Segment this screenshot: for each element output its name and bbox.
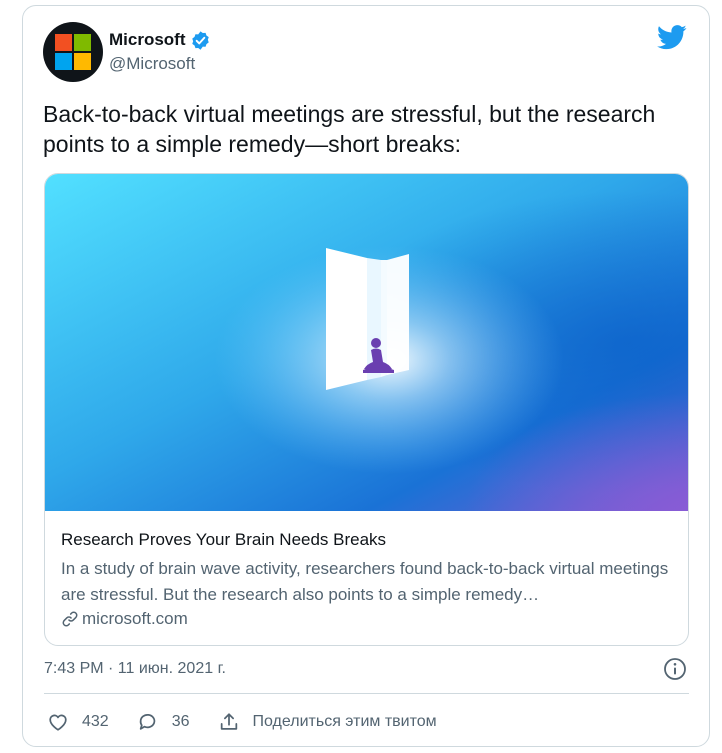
- link-icon: [62, 611, 78, 627]
- tweet-text: Back-to-back virtual meetings are stress…: [43, 101, 656, 157]
- avatar[interactable]: [43, 22, 103, 82]
- link-domain[interactable]: microsoft.com: [61, 609, 672, 629]
- tweet-card[interactable]: Microsoft @Microsoft Back-to-back virtua…: [22, 5, 710, 747]
- info-icon[interactable]: [663, 657, 687, 681]
- timestamp-row: 7:43 PM · 11 июн. 2021 г.: [44, 656, 687, 682]
- timestamp[interactable]: 7:43 PM · 11 июн. 2021 г.: [44, 660, 226, 678]
- user-handle[interactable]: @Microsoft: [109, 54, 211, 74]
- heart-icon: [49, 714, 67, 731]
- reply-button[interactable]: 36: [137, 711, 190, 733]
- like-button[interactable]: 432: [47, 711, 109, 733]
- divider: [44, 693, 689, 694]
- reply-count: 36: [171, 713, 190, 730]
- verified-badge-icon: [191, 30, 209, 50]
- action-bar: 432 36 Поделиться этим твитом: [47, 708, 465, 736]
- link-preview-card[interactable]: Research Proves Your Brain Needs Breaks …: [44, 173, 689, 646]
- share-label: Поделиться этим твитом: [252, 713, 437, 730]
- comment-icon: [139, 713, 155, 730]
- tweet-header: Microsoft @Microsoft: [43, 19, 689, 82]
- like-count: 432: [82, 713, 109, 730]
- link-domain-text: microsoft.com: [82, 609, 188, 628]
- link-title[interactable]: Research Proves Your Brain Needs Breaks: [61, 529, 672, 551]
- microsoft-logo-icon: [55, 34, 91, 70]
- link-description: In a study of brain wave activity, resea…: [61, 559, 669, 604]
- twitter-bird-icon[interactable]: [657, 25, 687, 50]
- display-name[interactable]: Microsoft: [109, 30, 186, 50]
- share-button[interactable]: Поделиться этим твитом: [218, 711, 437, 733]
- share-icon: [220, 713, 237, 730]
- link-preview-image[interactable]: [45, 174, 688, 511]
- user-block: Microsoft @Microsoft: [109, 29, 211, 74]
